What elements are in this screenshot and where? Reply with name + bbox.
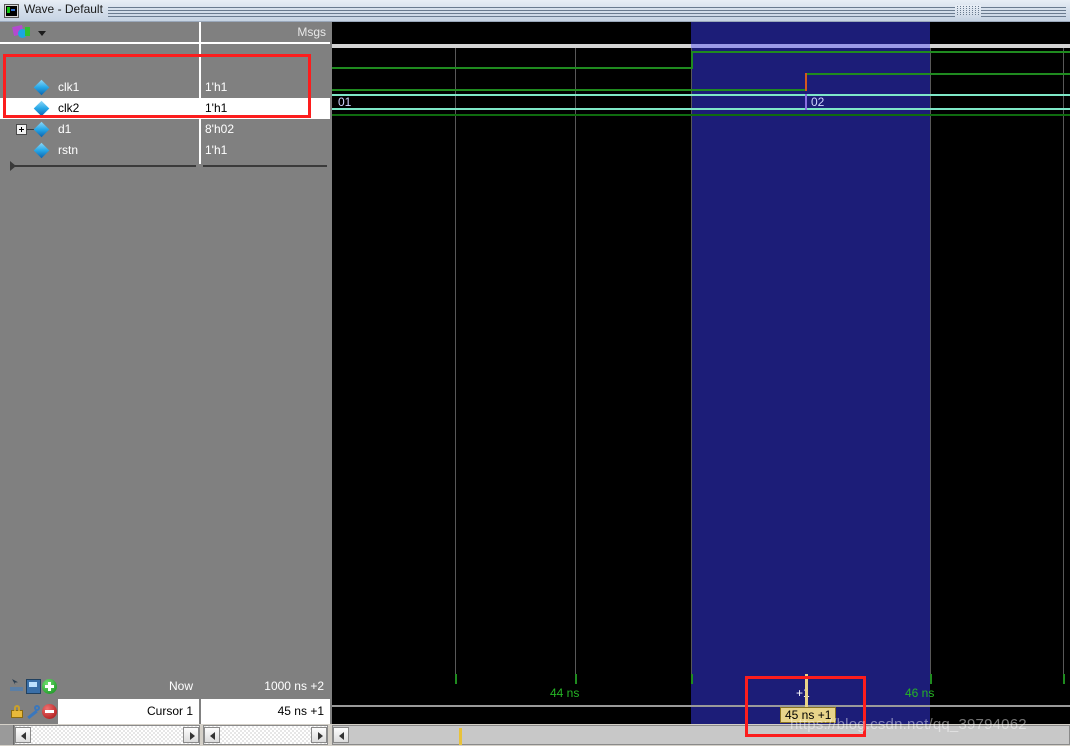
title-rule [108,7,1066,8]
selection-band [691,22,930,674]
window-title: Wave - Default [24,2,103,16]
waveform-header-strip [332,44,1070,48]
bus-value-label: 01 [338,95,352,109]
scrollbar-cursor-marker [459,728,462,745]
ruler-separator [332,705,1070,707]
signal-name-cell[interactable]: rstn [0,140,199,161]
ruler-tick [575,674,577,684]
add-cursor-icon[interactable] [42,679,57,694]
signal-row-clk1[interactable]: clk1 1'h1 [0,77,330,98]
signal-name-cell[interactable]: clk2 [0,98,199,119]
signal-diamond-icon [33,100,50,117]
grid-line [930,48,931,674]
names-horizontal-scrollbar[interactable] [14,725,200,745]
waveform-trace-clk1 [332,67,691,69]
signal-row-d1[interactable]: d1 8'h02 [0,119,330,140]
signal-name-cell[interactable]: clk1 [0,77,199,98]
cursor-row-icons [10,703,57,720]
values-horizontal-scrollbar[interactable] [203,725,328,745]
grid-line [575,48,576,674]
signal-name-label: clk1 [58,80,80,94]
signal-diamond-icon [33,79,50,96]
title-rule [108,13,1066,14]
cursor-1-value: 45 ns +1 [201,699,330,724]
waveform-trace-clk2 [807,73,1070,75]
lock-icon[interactable] [10,704,25,719]
now-value: 1000 ns +2 [264,679,324,693]
delete-cursor-icon[interactable] [42,704,57,719]
waveform-trace-clk1 [691,51,1070,53]
wave-window-icon [4,4,19,18]
title-rule [108,16,1066,17]
signal-list-pane[interactable]: Msgs clk1 1'h1 clk2 1'h1 d1 8'h02 rstn 1… [0,22,330,724]
plus-expander-icon[interactable] [16,124,27,135]
ruler-tick [1063,674,1065,684]
now-row-icons [10,678,57,695]
ruler-tick [930,674,932,684]
grid-line [455,48,456,674]
signal-name-label: clk2 [58,101,80,115]
signal-value-cell: 1'h1 [201,98,330,119]
waveform-trace-rstn [332,114,1070,116]
waveform-trace-clk2 [332,89,805,91]
signal-row-rstn[interactable]: rstn 1'h1 [0,140,330,161]
signal-diamond-icon [33,142,50,159]
signal-diamond-icon [33,121,50,138]
tree-baseline-values [203,165,327,167]
signal-value-cell: 1'h1 [205,80,228,94]
scroll-left-arrow[interactable] [333,727,349,743]
grid-line [1063,48,1064,674]
cursor-1-label: Cursor 1 [58,699,199,724]
scroll-left-arrow[interactable] [204,727,220,743]
waveform-canvas[interactable]: 01 02 [332,22,1070,724]
value-column-header: Msgs [201,22,330,44]
watermark-text: https://blog.csdn.net/qq_39794062 [790,716,1027,733]
scroll-right-arrow[interactable] [311,727,327,743]
ruler-tick [691,674,693,684]
window-title-bar[interactable]: Wave - Default [0,0,1070,22]
ruler-label-46ns: 46 ns [905,686,935,700]
column-header-row: Msgs [0,22,330,44]
signal-name-cell[interactable]: d1 [0,119,199,140]
bus-value-label: 02 [811,95,825,109]
msgs-header-label: Msgs [297,25,326,39]
waveform-bus-d1: 01 02 [332,94,1070,110]
configure-cursor-icon[interactable] [26,704,41,719]
cursor-link-icon[interactable] [10,679,25,694]
ruler-tick [455,674,457,684]
tree-baseline-names [10,161,196,171]
waveform-edge-clk1 [691,51,693,69]
scroll-left-arrow[interactable] [15,727,31,743]
ruler-label-44ns: 44 ns [550,686,580,700]
cursor-screen-icon[interactable] [26,679,41,694]
palette-icon[interactable] [12,25,35,41]
signal-value-cell: 1'h1 [205,143,228,157]
grid-line [691,48,692,674]
status-left-pane: Now 1000 ns +2 Cursor 1 45 ns +1 [0,674,330,724]
bus-transition-marker [805,94,807,110]
scroll-right-arrow[interactable] [183,727,199,743]
signal-value-cell: 8'h02 [205,122,234,136]
title-rule [108,10,1066,11]
signal-name-label: d1 [58,122,72,136]
chevron-down-icon[interactable] [38,31,46,36]
window-grip-handle[interactable] [955,5,981,18]
waveform-edge-clk2 [805,73,807,91]
signal-row-clk2[interactable]: clk2 1'h1 [0,98,330,119]
signal-name-label: rstn [58,143,79,157]
wave-window-body: Msgs clk1 1'h1 clk2 1'h1 d1 8'h02 rstn 1… [0,22,1070,724]
scrollbar-corner [0,725,14,745]
